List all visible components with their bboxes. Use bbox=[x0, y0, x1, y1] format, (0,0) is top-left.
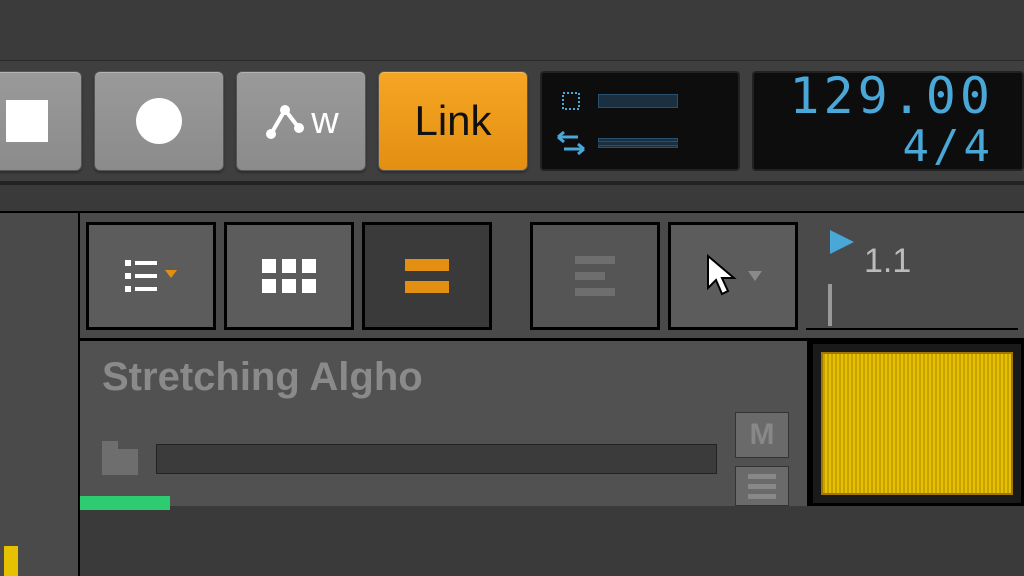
transport-bar: w Link 129.00 4/4 bbox=[0, 60, 1024, 185]
record-icon bbox=[136, 98, 182, 144]
io-meter bbox=[598, 138, 678, 148]
grid-view-button[interactable] bbox=[224, 222, 354, 330]
time-signature-value[interactable]: 4/4 bbox=[903, 121, 994, 172]
hamburger-icon bbox=[748, 474, 776, 499]
automation-write-button[interactable]: w bbox=[236, 71, 366, 171]
stop-button[interactable] bbox=[0, 71, 82, 171]
cpu-icon bbox=[556, 86, 586, 116]
track-gutter bbox=[0, 211, 80, 576]
pointer-tool-button[interactable] bbox=[668, 222, 798, 330]
pointer-icon bbox=[704, 254, 762, 298]
track-header[interactable]: Stretching Algho M bbox=[80, 341, 810, 506]
folder-icon[interactable] bbox=[102, 449, 138, 475]
tempo-display[interactable]: 129.00 4/4 bbox=[752, 71, 1024, 171]
cpu-meter bbox=[598, 94, 678, 108]
timeline-ruler[interactable]: 1.1 bbox=[806, 222, 1018, 330]
list-view-button[interactable] bbox=[86, 222, 216, 330]
view-toolbar: 1.1 bbox=[80, 211, 1024, 341]
clip-lane[interactable] bbox=[810, 341, 1024, 506]
track-row: Stretching Algho M bbox=[80, 341, 1024, 506]
stop-icon bbox=[6, 100, 48, 142]
track-activity-indicator bbox=[80, 496, 170, 510]
performance-lcd bbox=[540, 71, 740, 171]
bpm-value[interactable]: 129.00 bbox=[789, 71, 994, 121]
automation-icon: w bbox=[263, 100, 338, 143]
mute-label: M bbox=[750, 418, 775, 452]
ruler-position-label: 1.1 bbox=[864, 242, 911, 281]
playhead-icon[interactable] bbox=[828, 228, 856, 256]
grid-icon bbox=[262, 259, 316, 293]
mute-button[interactable]: M bbox=[735, 412, 789, 458]
ruler-tick bbox=[828, 284, 832, 326]
record-button[interactable] bbox=[94, 71, 224, 171]
dual-row-view-button[interactable] bbox=[362, 222, 492, 330]
detail-view-button[interactable] bbox=[530, 222, 660, 330]
window-titlebar-gap bbox=[0, 0, 1024, 60]
dual-row-icon bbox=[405, 259, 449, 293]
link-button[interactable]: Link bbox=[378, 71, 528, 171]
audio-clip[interactable] bbox=[821, 352, 1013, 495]
track-menu-button[interactable] bbox=[735, 466, 789, 506]
workspace: 1.1 Stretching Algho M bbox=[0, 211, 1024, 576]
track-color-strip bbox=[4, 546, 18, 576]
volume-slider[interactable] bbox=[156, 444, 717, 474]
list-dropdown-icon bbox=[125, 256, 177, 296]
automation-w-label: w bbox=[311, 100, 338, 143]
detail-icon bbox=[575, 256, 615, 296]
io-arrows-icon bbox=[556, 130, 586, 156]
link-label: Link bbox=[414, 97, 491, 145]
track-name-label[interactable]: Stretching Algho bbox=[102, 355, 789, 400]
